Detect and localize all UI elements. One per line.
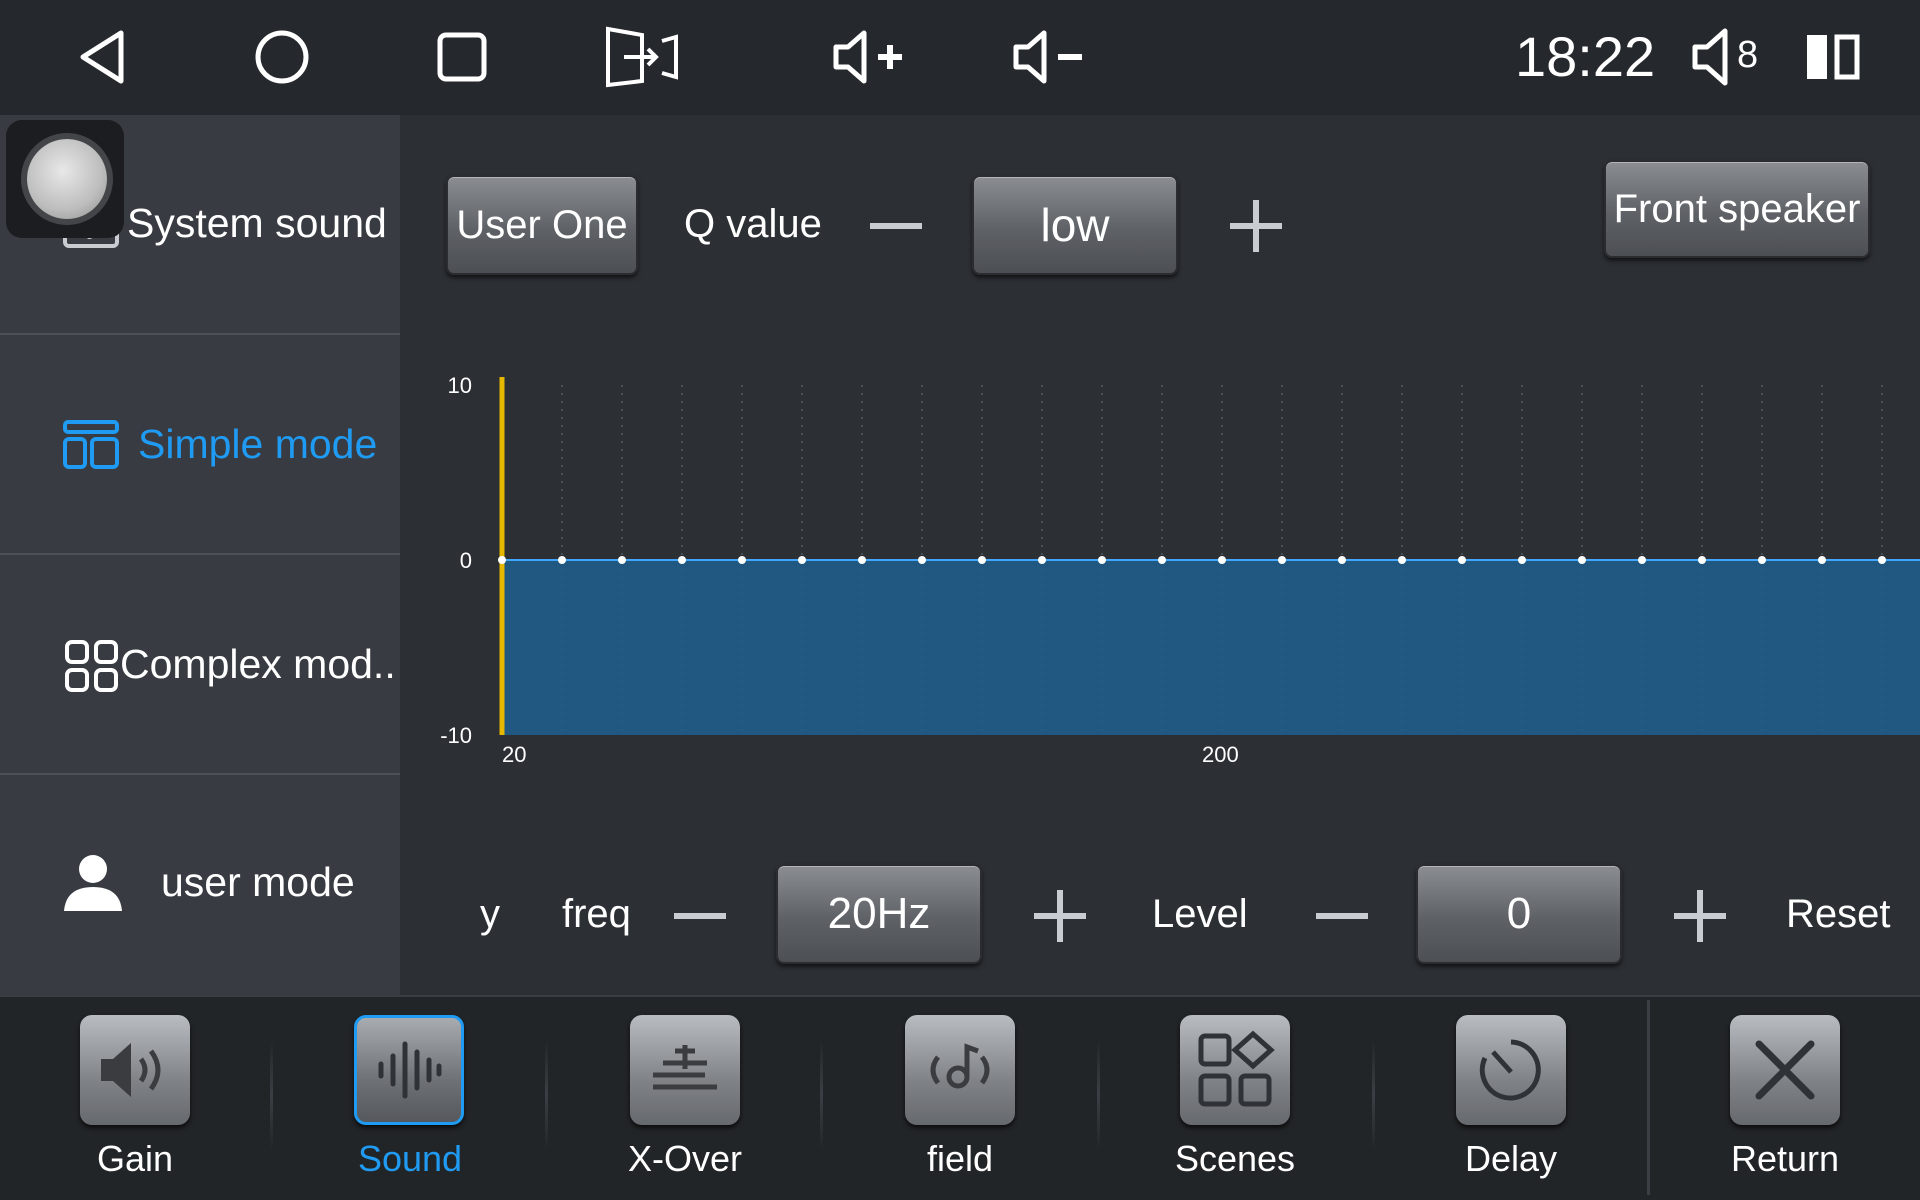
home-icon[interactable] (237, 20, 327, 94)
eq-chart[interactable]: 10 0 -10 20 200 (420, 360, 1920, 780)
eq-point[interactable] (1758, 556, 1766, 564)
recent-apps-icon[interactable] (417, 20, 507, 94)
assistive-touch-button[interactable] (6, 120, 124, 238)
user-icon (62, 853, 124, 917)
tab-label: Scenes (1174, 1138, 1296, 1179)
level-minus-icon[interactable] (1312, 886, 1372, 946)
eq-point[interactable] (1518, 556, 1526, 564)
eq-point[interactable] (558, 556, 566, 564)
reset-button[interactable]: Reset (1786, 892, 1891, 937)
eq-fill (502, 560, 1920, 735)
y-tick-label: -10 (440, 723, 472, 748)
eq-point[interactable] (1578, 556, 1586, 564)
clock: 18:22 (1515, 25, 1656, 88)
speaker-button[interactable]: Front speaker (1604, 160, 1870, 258)
sidebar-item-label: Complex mod.. (120, 641, 396, 687)
close-icon (1755, 1040, 1815, 1100)
level-plus-icon[interactable] (1670, 886, 1730, 946)
tab-label: field (926, 1138, 994, 1179)
sound-wave-icon (378, 1041, 442, 1099)
partial-label-text: cy (480, 892, 500, 936)
speaker-gain-icon (101, 1043, 161, 1097)
freq-value-display[interactable]: 20Hz (776, 864, 982, 964)
frequency-label-partial: cy (480, 880, 508, 950)
tab-divider (545, 1040, 548, 1150)
circle-icon (27, 139, 107, 219)
eq-point[interactable] (1098, 556, 1106, 564)
tab-label: Return (1730, 1138, 1840, 1179)
tab-label: X-Over (627, 1138, 742, 1179)
eq-point[interactable] (918, 556, 926, 564)
level-value-display[interactable]: 0 (1416, 864, 1622, 964)
sidebar-item-label: Simple mode (138, 421, 378, 467)
eq-point[interactable] (738, 556, 746, 564)
eq-point[interactable] (1638, 556, 1646, 564)
q-value-display[interactable]: low (972, 175, 1178, 275)
grid-icon (64, 639, 120, 697)
level-label: Level (1152, 892, 1248, 936)
y-tick-label: 0 (460, 548, 472, 573)
tab-divider (270, 1040, 273, 1150)
eq-point[interactable] (1698, 556, 1706, 564)
tab-x-over[interactable] (630, 1015, 740, 1125)
eq-point[interactable] (618, 556, 626, 564)
eq-point[interactable] (1218, 556, 1226, 564)
eq-point[interactable] (1158, 556, 1166, 564)
tab-label: Sound (357, 1138, 463, 1179)
eq-point[interactable] (1338, 556, 1346, 564)
q-plus-icon[interactable] (1226, 196, 1286, 256)
split-view-icon[interactable] (1788, 20, 1878, 94)
q-minus-icon[interactable] (866, 196, 926, 256)
tab-divider (1097, 1040, 1100, 1150)
sidebar: System sound Simple mode Complex mod.. u… (0, 115, 400, 995)
sidebar-item-label: user mode (161, 859, 355, 905)
eq-point[interactable] (1818, 556, 1826, 564)
sidebar-item-label: System sound (127, 200, 387, 246)
tab-divider (1372, 1040, 1375, 1150)
eq-point[interactable] (798, 556, 806, 564)
status-bar: 18:22 8 (0, 0, 1920, 115)
x-tick-label: 200 (1202, 742, 1239, 767)
scenes-icon (1198, 1030, 1275, 1107)
eq-point[interactable] (1278, 556, 1286, 564)
split-screen-icon[interactable] (597, 20, 687, 94)
delay-icon (1479, 1039, 1541, 1101)
freq-minus-icon[interactable] (670, 886, 730, 946)
tab-scenes[interactable] (1180, 1015, 1290, 1125)
tab-delay[interactable] (1456, 1015, 1566, 1125)
freq-label-text: freq (562, 892, 631, 936)
freq-label: freq (562, 880, 640, 950)
tab-divider (1647, 1000, 1650, 1195)
preset-button[interactable]: User One (446, 175, 638, 275)
tab-label: Gain (96, 1138, 174, 1179)
sidebar-item-complex-mode[interactable]: Complex mod.. (0, 555, 400, 775)
volume-up-icon[interactable] (825, 20, 915, 94)
tab-field[interactable] (905, 1015, 1015, 1125)
eq-point[interactable] (1458, 556, 1466, 564)
x-tick-label: 20 (502, 742, 526, 767)
tab-label: Delay (1464, 1138, 1558, 1179)
eq-point[interactable] (978, 556, 986, 564)
volume-level: 8 (1737, 34, 1759, 76)
eq-point[interactable] (678, 556, 686, 564)
tab-divider (820, 1040, 823, 1150)
y-tick-label: 10 (448, 373, 472, 398)
eq-point[interactable] (1878, 556, 1886, 564)
freq-plus-icon[interactable] (1030, 886, 1090, 946)
tab-return[interactable] (1730, 1015, 1840, 1125)
crossover-icon (653, 1045, 717, 1090)
sidebar-item-simple-mode[interactable]: Simple mode (0, 335, 400, 555)
eq-point[interactable] (1038, 556, 1046, 564)
sound-field-icon (930, 1043, 990, 1089)
eq-point[interactable] (1398, 556, 1406, 564)
eq-point[interactable] (858, 556, 866, 564)
tab-sound[interactable] (354, 1015, 464, 1125)
volume-down-icon[interactable] (1005, 20, 1095, 94)
back-icon[interactable] (58, 20, 148, 94)
eq-point[interactable] (498, 556, 506, 564)
tab-gain[interactable] (80, 1015, 190, 1125)
q-value-label: Q value (684, 202, 822, 246)
simple-layout-icon (62, 419, 120, 475)
sidebar-item-user-mode[interactable]: user mode (0, 775, 400, 995)
